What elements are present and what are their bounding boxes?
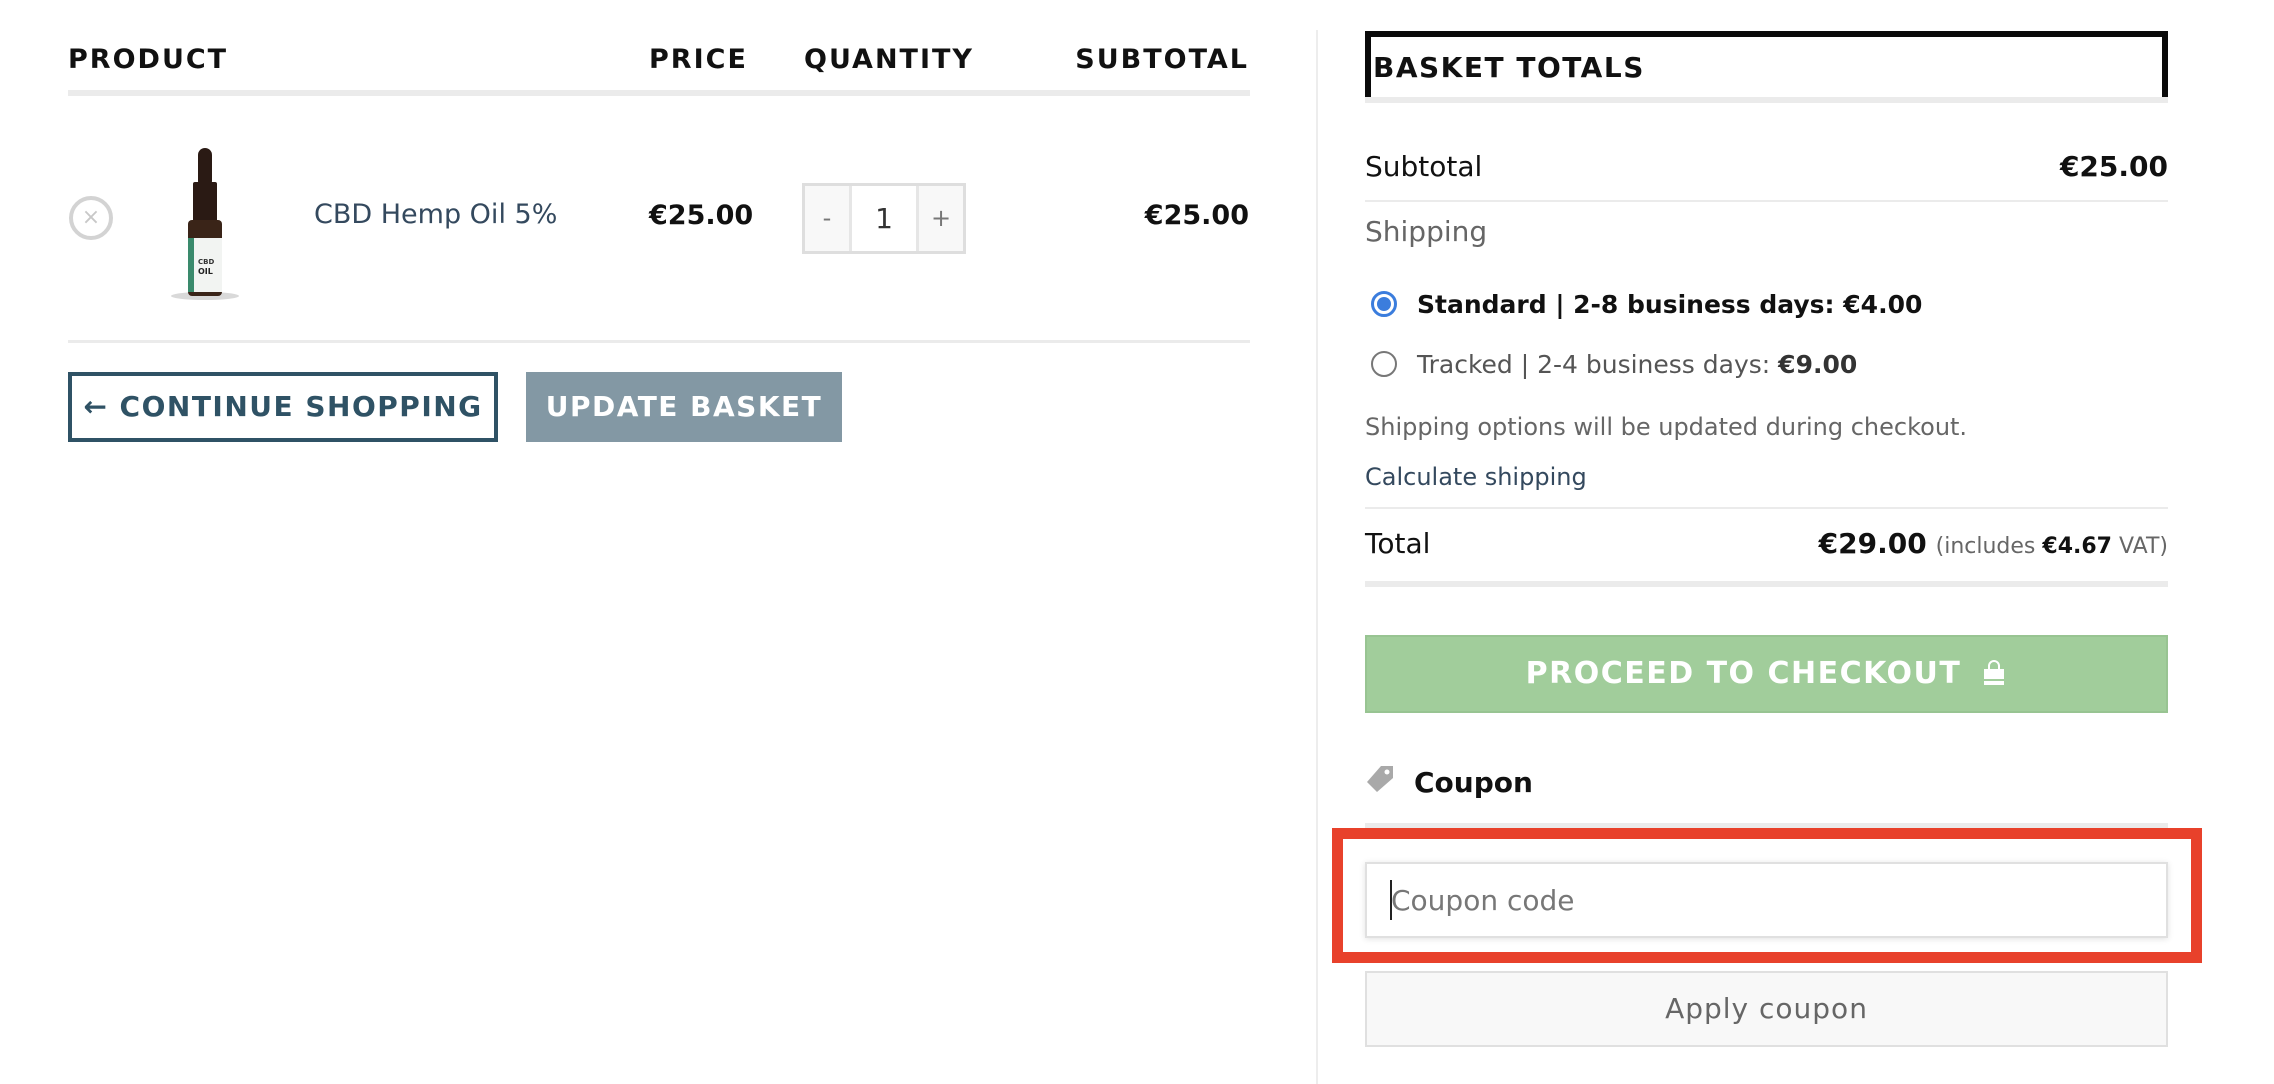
product-thumbnail[interactable]: CBD OIL [160,146,250,302]
header-price: PRICE [649,44,748,75]
checkout-label: PROCEED TO CHECKOUT [1525,656,1962,691]
subtotal-divider [1365,200,2168,202]
update-basket-button[interactable]: UPDATE BASKET [526,372,842,442]
remove-item-button[interactable]: × [69,196,113,240]
totals-bottom-divider [1365,581,2168,587]
total-value-group: €29.00 (includes €4.67 VAT) [1819,527,2168,560]
quantity-decrease-button[interactable]: - [805,186,849,251]
header-product: PRODUCT [68,44,229,75]
shipping-option-tracked-label: Tracked | 2-4 business days: [1417,350,1771,379]
shipping-note: Shipping options will be updated during … [1365,413,1968,441]
header-quantity: QUANTITY [804,44,974,75]
proceed-to-checkout-button[interactable]: PROCEED TO CHECKOUT [1365,635,2168,713]
apply-coupon-button[interactable]: Apply coupon [1365,971,2168,1047]
shipping-option-tracked-price: €9.00 [1778,350,1858,379]
total-value: €29.00 [1818,527,1927,560]
shipping-option-tracked-radio[interactable] [1371,351,1397,377]
shipping-option-standard-radio[interactable] [1371,291,1397,317]
basket-totals-title: BASKET TOTALS [1373,51,1645,84]
shipping-option-standard[interactable]: Standard | 2-8 business days: €4.00 [1417,290,1922,319]
subtotal-label: Subtotal [1365,150,1483,183]
shipping-option-standard-label: Standard | 2-8 business days: [1417,290,1835,319]
subtotal-value: €25.00 [2059,150,2168,183]
close-icon: × [81,205,101,230]
quantity-increase-button[interactable]: + [919,186,963,251]
svg-text:OIL: OIL [198,267,213,276]
header-subtotal: SUBTOTAL [1075,44,1249,75]
header-divider [68,90,1250,96]
shopping-bag-icon [1984,660,2005,685]
tag-icon [1367,766,1393,792]
column-divider [1316,30,1318,1084]
quantity-input[interactable]: 1 [849,186,919,251]
basket-totals-header: BASKET TOTALS [1365,31,2168,103]
coupon-title: Coupon [1414,766,1533,799]
shipping-option-standard-price: €4.00 [1843,290,1923,319]
total-label: Total [1365,527,1431,560]
svg-text:CBD: CBD [198,258,214,266]
vat-prefix: (includes [1935,534,2036,559]
calculate-shipping-link[interactable]: Calculate shipping [1365,463,1587,491]
item-price: €25.00 [649,200,754,231]
total-divider [1365,507,2168,509]
text-caret [1390,880,1392,920]
shipping-label: Shipping [1365,215,1488,248]
coupon-code-input[interactable] [1365,862,2168,938]
quantity-stepper: - 1 + [802,183,966,254]
item-subtotal: €25.00 [1144,200,1249,231]
row-divider [68,340,1250,343]
continue-shopping-button[interactable]: ← CONTINUE SHOPPING [68,372,498,442]
product-name-link[interactable]: CBD Hemp Oil 5% [314,199,557,230]
shipping-option-tracked[interactable]: Tracked | 2-4 business days: €9.00 [1417,350,1857,379]
vat-value: €4.67 [2042,534,2112,559]
header-underline [1365,97,2168,103]
vat-suffix: VAT) [2118,534,2168,559]
